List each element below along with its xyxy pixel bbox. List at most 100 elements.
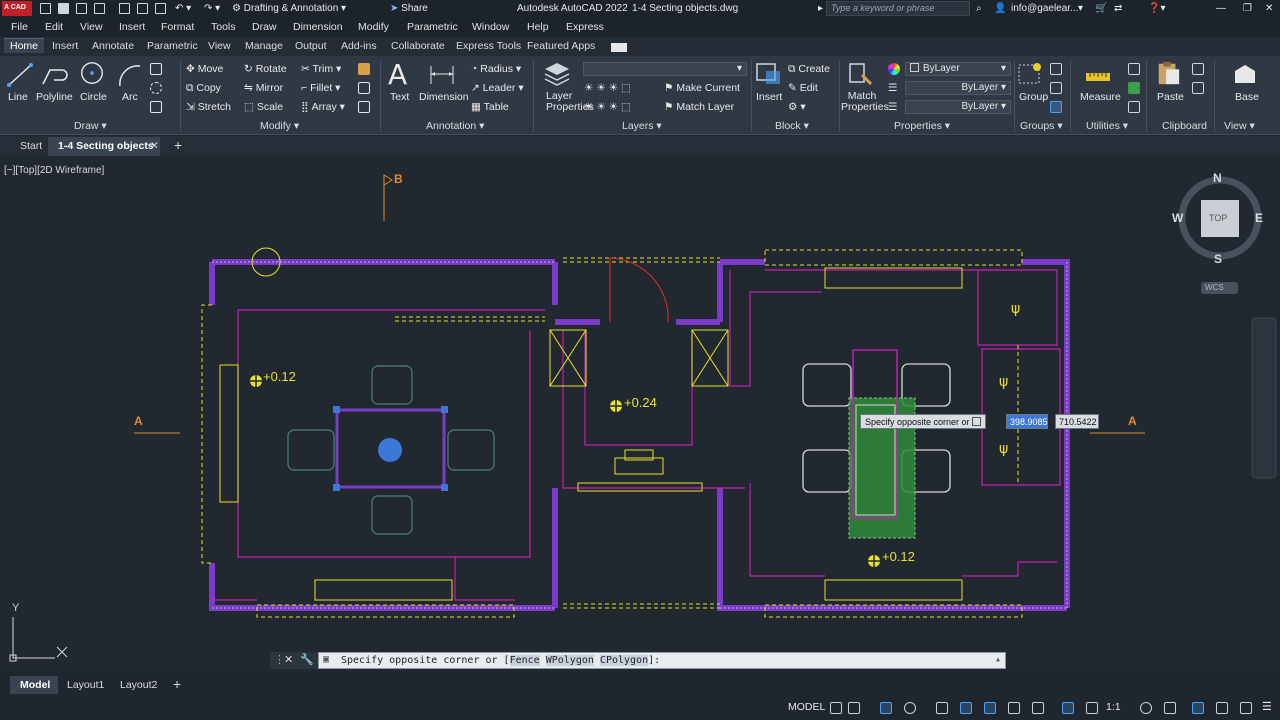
model-space-button[interactable]: MODEL — [788, 701, 825, 713]
group-selection-icon[interactable] — [1050, 101, 1062, 113]
customization-menu-icon[interactable]: ☰ — [1262, 700, 1272, 713]
arc-button[interactable]: Arc — [122, 91, 138, 103]
polar-icon[interactable] — [904, 702, 916, 714]
menu-edit[interactable]: Edit — [45, 21, 63, 33]
layout-tab-layout1[interactable]: Layout1 — [67, 679, 104, 691]
new-tab-icon[interactable]: + — [174, 137, 182, 153]
groups-panel-label[interactable]: Groups ▾ — [1020, 120, 1063, 132]
block-attribute-icon[interactable]: ⚙ ▾ — [788, 101, 806, 113]
array-button[interactable]: ⣿ Array ▾ — [301, 101, 345, 113]
leader-button[interactable]: ↗ Leader ▾ — [471, 82, 524, 94]
radius-button[interactable]: ◔ Radius ▾ — [471, 63, 521, 75]
ungroup-icon[interactable] — [1050, 63, 1062, 75]
quick-select-icon[interactable] — [1128, 82, 1140, 94]
command-history-icon[interactable]: ▴ — [995, 654, 1001, 665]
rotate-button[interactable]: ↻ Rotate — [244, 63, 287, 75]
workspace-switch-icon[interactable] — [1140, 702, 1152, 714]
menu-window[interactable]: Window — [472, 21, 509, 33]
tab-view[interactable]: View — [208, 40, 231, 52]
help-icon[interactable]: ❓▾ — [1148, 3, 1165, 14]
tab-home[interactable]: Home — [4, 38, 45, 53]
explode-icon[interactable] — [358, 82, 370, 94]
add-layout-icon[interactable]: + — [173, 676, 181, 692]
quick-properties-icon[interactable] — [1216, 702, 1228, 714]
make-current-button[interactable]: ⚑ Make Current — [664, 82, 740, 94]
layer-properties-icon[interactable] — [543, 61, 571, 87]
menu-format[interactable]: Format — [161, 21, 194, 33]
ribbon-toggle-icon[interactable] — [611, 43, 627, 52]
circle-button[interactable]: Circle — [80, 91, 107, 103]
command-line[interactable]: ▣ Specify opposite corner or [Fence WPol… — [318, 652, 1006, 669]
match-properties-icon[interactable] — [847, 61, 875, 87]
selection-cycling-icon[interactable] — [1062, 702, 1074, 714]
menu-parametric[interactable]: Parametric — [407, 21, 458, 33]
group-button[interactable]: Group — [1019, 91, 1048, 103]
save-as-icon[interactable] — [94, 3, 105, 14]
base-button[interactable]: Base — [1235, 91, 1259, 103]
move-button[interactable]: ✥ Move — [186, 63, 223, 75]
command-option-wpolygon[interactable]: WPolygon — [545, 655, 594, 666]
cut-icon[interactable] — [1192, 63, 1204, 75]
text-button[interactable]: Text — [390, 91, 409, 103]
hatch-icon[interactable] — [150, 82, 162, 94]
user-dropdown-icon[interactable]: ▾ — [1078, 3, 1083, 14]
clean-screen-icon[interactable] — [1240, 702, 1252, 714]
tab-parametric[interactable]: Parametric — [147, 40, 198, 52]
view-panel-label[interactable]: View ▾ — [1224, 120, 1255, 132]
tab-express-tools[interactable]: Express Tools — [456, 40, 521, 52]
menu-help[interactable]: Help — [527, 21, 549, 33]
autocad-logo[interactable]: A CAD — [2, 1, 32, 16]
x-coordinate-input[interactable]: 398.9085 — [1006, 414, 1048, 429]
menu-insert[interactable]: Insert — [119, 21, 145, 33]
tab-featured-apps[interactable]: Featured Apps — [527, 40, 595, 52]
cart-icon[interactable]: 🛒 — [1095, 3, 1107, 14]
color-dropdown[interactable]: ByLayer ▾ — [905, 62, 1011, 76]
create-block-button[interactable]: ⧉ Create — [788, 63, 830, 76]
command-customize-icon[interactable]: 🔧 — [300, 653, 314, 666]
share-button[interactable]: ➤ Share — [390, 3, 428, 14]
measure-button[interactable]: Measure — [1080, 91, 1121, 103]
offset-icon[interactable] — [358, 101, 370, 113]
polyline-button[interactable]: Polyline — [36, 91, 73, 103]
rectangle-icon[interactable] — [150, 63, 162, 75]
measure-icon[interactable] — [1084, 61, 1112, 87]
tab-manage[interactable]: Manage — [245, 40, 283, 52]
close-tab-icon[interactable]: ✕ — [150, 140, 159, 152]
grid-icon[interactable] — [830, 702, 842, 714]
color-wheel-icon[interactable] — [888, 63, 900, 75]
scale-button[interactable]: ⬚ Scale — [244, 101, 283, 113]
menu-express[interactable]: Express — [566, 21, 604, 33]
line-icon[interactable] — [6, 62, 34, 88]
calculator-icon[interactable] — [1128, 63, 1140, 75]
viewcube-north[interactable]: N — [1213, 171, 1222, 185]
match-layer-button[interactable]: ⚑ Match Layer — [664, 101, 734, 113]
tab-drawing[interactable]: 1-4 Secting objects — [58, 140, 154, 152]
isodraft-icon[interactable] — [936, 702, 948, 714]
line-button[interactable]: Line — [8, 91, 28, 103]
lineweight-status-icon[interactable] — [1008, 702, 1020, 714]
command-option-cpolygon[interactable]: CPolygon — [599, 655, 649, 666]
transparency-icon[interactable] — [1032, 702, 1044, 714]
id-point-icon[interactable] — [1128, 101, 1140, 113]
menu-draw[interactable]: Draw — [252, 21, 277, 33]
search-icon[interactable]: ⌕ — [976, 3, 982, 14]
snap-icon[interactable] — [848, 702, 860, 714]
tab-output[interactable]: Output — [295, 40, 327, 52]
menu-view[interactable]: View — [80, 21, 103, 33]
arc-icon[interactable] — [116, 62, 144, 88]
layer-dropdown[interactable]: ▾ — [583, 62, 747, 76]
mirror-button[interactable]: ⇋ Mirror — [244, 82, 283, 94]
block-panel-label[interactable]: Block ▾ — [775, 120, 809, 132]
object-snap-icon[interactable] — [984, 702, 996, 714]
annotation-monitor-icon[interactable] — [1164, 702, 1176, 714]
tab-collaborate[interactable]: Collaborate — [391, 40, 445, 52]
open-icon[interactable] — [58, 3, 69, 14]
polyline-icon[interactable] — [40, 62, 68, 88]
minimize-icon[interactable]: — — [1216, 3, 1226, 14]
copy-button[interactable]: ⧉ Copy — [186, 82, 221, 95]
erase-icon[interactable] — [358, 63, 370, 75]
group-edit-icon[interactable] — [1050, 82, 1062, 94]
layer-properties-button[interactable]: Layer Properties — [546, 91, 594, 113]
search-input[interactable]: Type a keyword or phrase — [826, 1, 970, 16]
stretch-button[interactable]: ⇲ Stretch — [186, 101, 231, 113]
